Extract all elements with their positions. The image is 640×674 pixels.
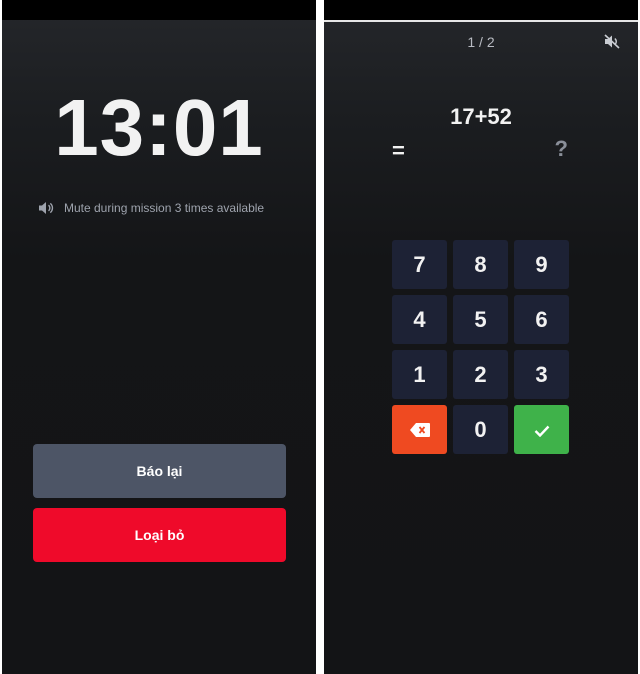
key-1[interactable]: 1 [392,350,447,399]
snooze-button[interactable]: Báo lại [33,444,286,498]
mission-progress: 1 / 2 [467,34,495,50]
key-3[interactable]: 3 [514,350,569,399]
key-0[interactable]: 0 [453,405,508,454]
dismiss-button[interactable]: Loại bỏ [33,508,286,562]
answer-display: ? [554,136,568,161]
key-8[interactable]: 8 [453,240,508,289]
mute-info-text: Mute during mission 3 times available [64,201,265,215]
key-7[interactable]: 7 [392,240,447,289]
equals-sign: = [392,138,405,163]
math-question: 17+52 [450,104,512,129]
number-keypad: 7 8 9 4 5 6 1 2 3 0 [392,240,569,454]
confirm-key[interactable] [514,405,569,454]
key-9[interactable]: 9 [514,240,569,289]
key-4[interactable]: 4 [392,295,447,344]
speaker-muted-icon [604,34,620,53]
mute-toggle-button[interactable] [604,34,620,54]
backspace-icon [409,417,430,443]
alarm-screen: 13:01 Mute during mission 3 times availa… [2,0,316,674]
top-divider [324,20,638,22]
status-bar [324,0,638,20]
delete-key[interactable] [392,405,447,454]
alarm-time: 13:01 [54,83,264,172]
mission-screen: 1 / 2 17+52 = ? 7 8 9 4 5 6 1 2 3 0 [324,0,638,674]
status-bar [2,0,316,20]
key-2[interactable]: 2 [453,350,508,399]
key-5[interactable]: 5 [453,295,508,344]
key-6[interactable]: 6 [514,295,569,344]
mute-info: Mute during mission 3 times available [38,200,264,216]
speaker-icon[interactable] [38,201,54,215]
checkmark-icon [534,417,550,443]
